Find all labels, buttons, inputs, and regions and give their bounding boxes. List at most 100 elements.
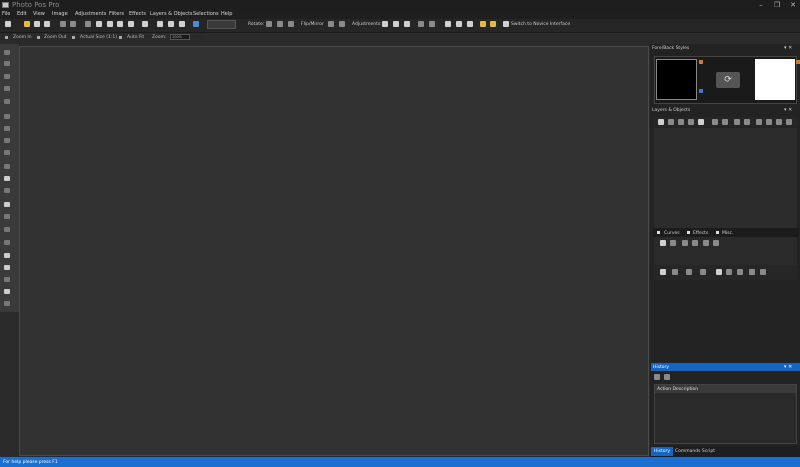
fore-options-icon[interactable] [699, 89, 703, 93]
move-tool-icon[interactable] [4, 50, 10, 55]
new-file-icon[interactable] [5, 21, 11, 27]
menu-view[interactable]: View [33, 11, 45, 17]
crop-tool-icon[interactable] [4, 99, 10, 104]
curve-point-icon[interactable] [686, 269, 692, 275]
levels-icon[interactable] [404, 21, 410, 27]
dropper-tool-icon[interactable] [4, 227, 10, 232]
curve-add-icon[interactable] [660, 269, 666, 275]
print-icon[interactable] [44, 21, 50, 27]
red-eye-tool-icon[interactable] [4, 265, 10, 270]
canvas-workspace[interactable] [19, 46, 649, 456]
star-effects-icon[interactable] [480, 21, 486, 27]
copy-icon[interactable] [96, 21, 102, 27]
zoom-in-icon[interactable] [5, 36, 8, 39]
curve-align-left-icon[interactable] [716, 269, 722, 275]
layer-effects-icon[interactable] [722, 119, 728, 125]
minimize-button[interactable]: – [754, 0, 768, 10]
history-list[interactable] [654, 384, 797, 444]
negative-icon[interactable] [467, 21, 473, 27]
actual-size-button[interactable]: Actual Size (1:1) [80, 35, 117, 40]
menu-adjustments[interactable]: Adjustments [75, 11, 106, 17]
blur-icon[interactable] [429, 21, 435, 27]
layer-properties-icon[interactable] [698, 119, 704, 125]
blur-tool-icon[interactable] [4, 214, 10, 219]
layer-link-icon[interactable] [744, 119, 750, 125]
brush-tool-icon[interactable] [4, 126, 10, 131]
curves-up-icon[interactable] [703, 240, 709, 246]
eraser-tool-icon[interactable] [4, 150, 10, 155]
screen-capture-icon[interactable] [193, 21, 199, 27]
cut-icon[interactable] [85, 21, 91, 27]
save-icon[interactable] [34, 21, 40, 27]
fore-style-icon[interactable] [699, 60, 703, 64]
paste-new-icon[interactable] [117, 21, 123, 27]
layers-panel-controls[interactable]: ▾ ✕ [784, 107, 798, 113]
view-mode-2-icon[interactable] [168, 21, 174, 27]
curves-open-icon[interactable] [670, 240, 676, 246]
curve-menu-icon[interactable] [672, 269, 678, 275]
crop-icon[interactable] [128, 21, 134, 27]
tab-curves[interactable]: Curves [664, 231, 680, 236]
layer-mask-icon[interactable] [712, 119, 718, 125]
zoom-out-icon[interactable] [37, 36, 40, 39]
layer-bottom-icon[interactable] [766, 119, 772, 125]
brush-size-dropdown[interactable] [207, 20, 236, 29]
contrast-icon[interactable] [393, 21, 399, 27]
text-tool-icon[interactable] [4, 164, 10, 169]
curve-smooth-icon[interactable] [700, 269, 706, 275]
clone-tool-icon[interactable] [4, 176, 10, 181]
history-panel-controls[interactable]: ▾ ✕ [784, 364, 798, 370]
tab-effects[interactable]: Effects [693, 231, 708, 236]
duplicate-layer-icon[interactable] [668, 119, 674, 125]
rotate-180-icon[interactable] [288, 21, 294, 27]
menu-layers-objects[interactable]: Layers & Objects [150, 11, 193, 17]
history-undo-icon[interactable] [654, 374, 660, 380]
menu-edit[interactable]: Edit [17, 11, 27, 17]
view-mode-1-icon[interactable] [157, 21, 163, 27]
back-color-swatch[interactable] [755, 59, 795, 100]
curves-copy-icon[interactable] [692, 240, 698, 246]
actual-size-icon[interactable] [72, 36, 75, 39]
rect-select-tool-icon[interactable] [4, 114, 10, 119]
hand-tool-icon[interactable] [4, 240, 10, 245]
undo-icon[interactable] [60, 21, 66, 27]
curves-list-icon[interactable] [660, 240, 666, 246]
layer-group-icon[interactable] [734, 119, 740, 125]
novice-interface-icon[interactable] [503, 21, 509, 27]
close-button[interactable]: ✕ [786, 0, 800, 10]
curve-flip-icon[interactable] [749, 269, 755, 275]
zoom-input[interactable]: 100% [170, 34, 190, 40]
curve-mirror-icon[interactable] [760, 269, 766, 275]
maximize-button[interactable]: ❐ [770, 0, 784, 10]
zoom-in-button[interactable]: Zoom In [13, 35, 32, 40]
curve-align-right-icon[interactable] [726, 269, 732, 275]
rotate-right-icon[interactable] [277, 21, 283, 27]
auto-fit-button[interactable]: Auto Fit [127, 35, 144, 40]
menu-file[interactable]: File [2, 11, 10, 17]
pencil-tool-icon[interactable] [4, 138, 10, 143]
rotate-left-icon[interactable] [266, 21, 272, 27]
gradient-tool-icon[interactable] [4, 202, 10, 207]
curves-down-icon[interactable] [713, 240, 719, 246]
sepia-icon[interactable] [456, 21, 462, 27]
delete-layer-icon[interactable] [678, 119, 684, 125]
layer-down-icon[interactable] [756, 119, 762, 125]
menu-image[interactable]: Image [52, 11, 68, 17]
menu-filters[interactable]: Filters [109, 11, 124, 17]
speech-bubble-tool-icon[interactable] [4, 289, 10, 294]
redo-icon[interactable] [70, 21, 76, 27]
magic-wand-tool-icon[interactable] [4, 74, 10, 79]
flip-vertical-icon[interactable] [339, 21, 345, 27]
flip-horizontal-icon[interactable] [328, 21, 334, 27]
swap-colors-icon[interactable]: ⟳ [716, 72, 740, 88]
sharpen-icon[interactable] [418, 21, 424, 27]
zoom-tool-icon[interactable] [4, 301, 10, 306]
switch-novice-label[interactable]: Switch to Novice Interface [511, 22, 570, 27]
menu-help[interactable]: Help [221, 11, 232, 17]
fore-color-swatch[interactable] [656, 59, 697, 100]
layer-up-icon[interactable] [776, 119, 782, 125]
foreback-panel-controls[interactable]: ▾ ✕ [784, 45, 798, 51]
resize-icon[interactable] [142, 21, 148, 27]
back-style-icon[interactable] [796, 60, 800, 64]
view-mode-3-icon[interactable] [179, 21, 185, 27]
